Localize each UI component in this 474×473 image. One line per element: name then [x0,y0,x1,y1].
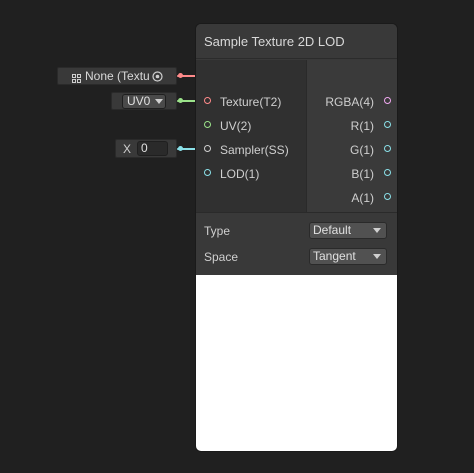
lod-wire-dot [178,146,183,151]
output-ports: RGBA(4) R(1) G(1) B(1) A(1) [306,60,397,212]
port-connector[interactable] [384,193,391,200]
texture-wire-dot [178,73,183,78]
uv-channel-dropdown[interactable]: UV0 [122,94,166,109]
texture-input-value: None (Textu [85,69,150,83]
input-port-uv[interactable]: UV(2) [196,117,306,135]
type-label: Type [204,224,231,238]
port-label: Sampler(SS) [220,143,289,157]
port-label: Texture(T2) [220,95,282,109]
lod-axis-label: X [123,142,132,156]
lod-value: 0 [141,141,148,155]
texture-input-field[interactable]: None (Textu [57,67,177,85]
port-connector[interactable] [384,97,391,104]
texture-asset-icon [72,72,81,83]
output-port-r[interactable]: R(1) [307,117,397,135]
lod-input-field[interactable]: X 0 [115,139,177,158]
space-dropdown-value: Tangent [313,249,356,263]
sample-texture-node[interactable]: Sample Texture 2D LOD Texture(T2) UV(2) … [196,24,397,451]
port-label: G(1) [350,143,374,157]
port-label: B(1) [351,167,374,181]
port-label: R(1) [350,119,374,133]
port-connector[interactable] [204,97,211,104]
port-connector[interactable] [384,169,391,176]
port-connector[interactable] [204,121,211,128]
port-connector[interactable] [204,169,211,176]
port-connector[interactable] [204,145,211,152]
input-ports: Texture(T2) UV(2) Sampler(SS) LOD(1) [196,60,306,212]
lod-value-input[interactable]: 0 [137,141,168,156]
node-title[interactable]: Sample Texture 2D LOD [196,24,397,59]
port-label: UV(2) [220,119,252,133]
port-label: A(1) [351,191,374,205]
uv-channel-value: UV0 [127,94,151,108]
chevron-down-icon [155,99,163,104]
texture-preview [196,275,397,451]
chevron-down-icon [373,228,381,233]
port-connector[interactable] [384,121,391,128]
object-picker-icon[interactable] [152,71,163,82]
space-dropdown[interactable]: Tangent [309,248,387,265]
input-port-lod[interactable]: LOD(1) [196,165,306,183]
port-connector[interactable] [384,145,391,152]
port-label: RGBA(4) [325,95,374,109]
space-label: Space [204,250,239,264]
output-port-g[interactable]: G(1) [307,141,397,159]
output-port-a[interactable]: A(1) [307,189,397,207]
input-port-texture[interactable]: Texture(T2) [196,93,306,111]
output-port-rgba[interactable]: RGBA(4) [307,93,397,111]
uv-wire-dot [178,98,183,103]
chevron-down-icon [373,254,381,259]
port-label: LOD(1) [220,167,260,181]
node-settings: Type Default Space Tangent [196,212,397,275]
uv-input-field[interactable]: UV0 [111,92,177,110]
type-dropdown-value: Default [313,223,352,237]
type-dropdown[interactable]: Default [309,222,387,239]
output-port-b[interactable]: B(1) [307,165,397,183]
input-port-sampler[interactable]: Sampler(SS) [196,141,306,159]
